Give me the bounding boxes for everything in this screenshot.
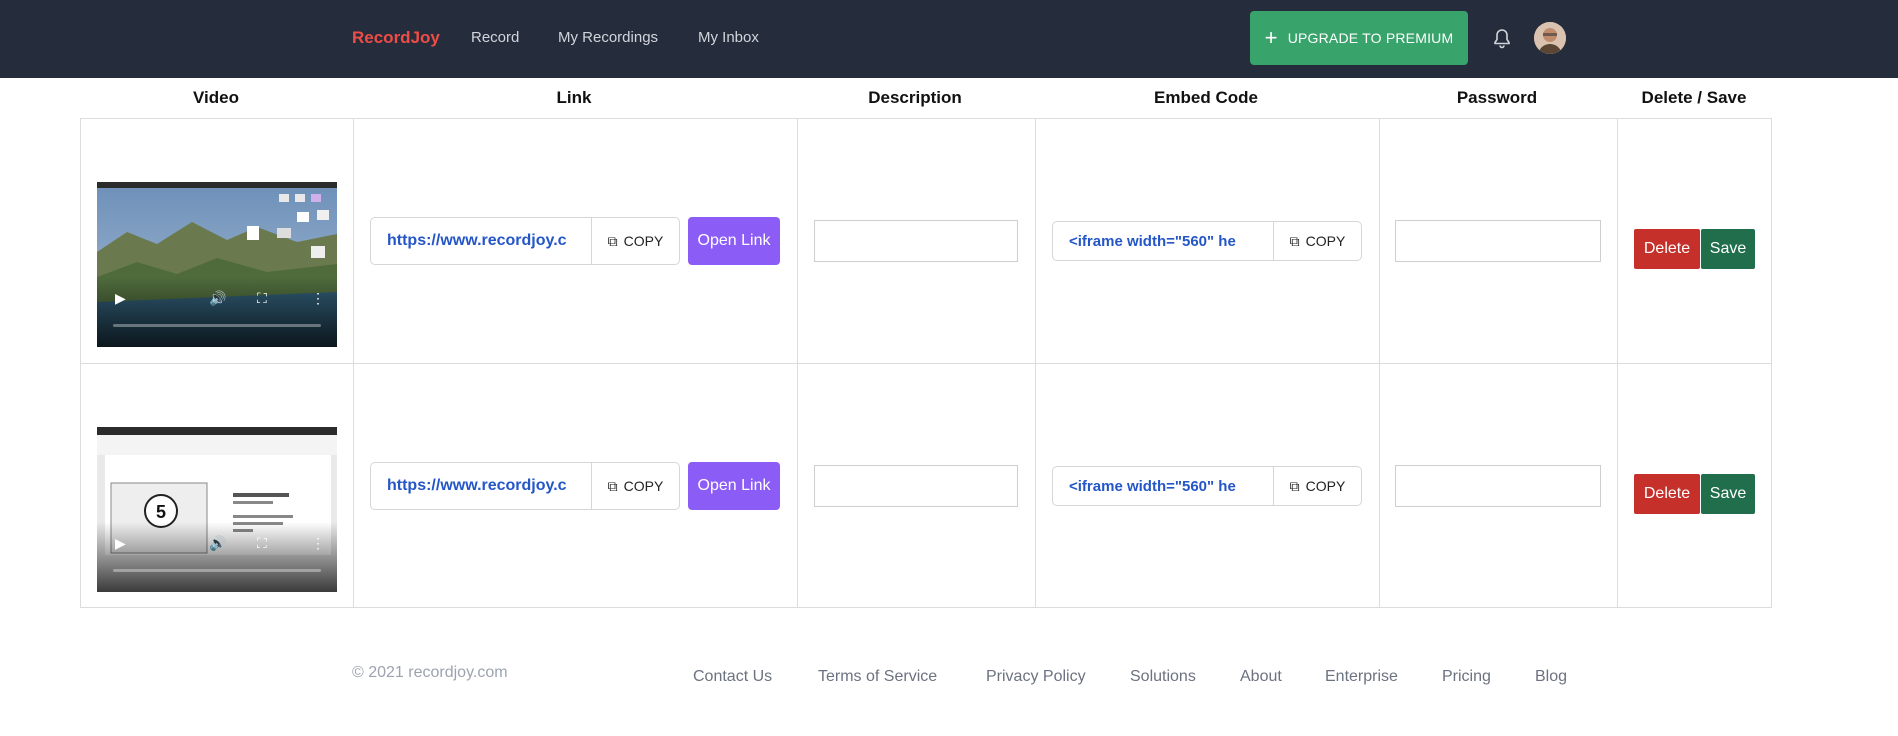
nav-record[interactable]: Record	[471, 29, 519, 46]
user-avatar[interactable]	[1534, 22, 1566, 54]
bell-icon[interactable]	[1490, 27, 1514, 51]
embed-code-text: <iframe width="560" he	[1069, 232, 1236, 250]
volume-icon[interactable]: 🔊	[209, 290, 226, 307]
delete-button[interactable]: Delete	[1634, 229, 1700, 269]
footer-link-blog[interactable]: Blog	[1535, 668, 1567, 686]
header-video: Video	[193, 88, 239, 107]
header-password: Password	[1456, 88, 1538, 107]
share-link-field[interactable]: https://www.recordjoy.c ⧉ COPY	[370, 462, 680, 510]
delete-button[interactable]: Delete	[1634, 474, 1700, 514]
table-header: Video Link Description Embed Code Passwo…	[80, 78, 1772, 118]
copyright-text: © 2021 recordjoy.com	[352, 664, 508, 681]
copy-icon: ⧉	[607, 477, 618, 494]
embed-code-text: <iframe width="560" he	[1069, 477, 1236, 495]
embed-code-field[interactable]: <iframe width="560" he ⧉ COPY	[1052, 221, 1362, 261]
description-input[interactable]	[814, 465, 1018, 507]
password-input[interactable]	[1395, 465, 1601, 507]
nav-my-recordings[interactable]: My Recordings	[558, 29, 658, 46]
copy-icon: ⧉	[1289, 477, 1300, 494]
fullscreen-icon[interactable]: ⛶	[257, 535, 267, 552]
embed-code-field[interactable]: <iframe width="560" he ⧉ COPY	[1052, 466, 1362, 506]
nav-my-inbox[interactable]: My Inbox	[698, 29, 759, 46]
play-icon[interactable]: ▶	[115, 535, 126, 552]
video-player[interactable]: ▶ 🔊 ⛶ ⋮	[97, 182, 337, 347]
save-button[interactable]: Save	[1701, 229, 1755, 269]
header-delete-save: Delete / Save	[1641, 88, 1747, 107]
footer-link-about[interactable]: About	[1240, 668, 1282, 686]
footer-link-terms[interactable]: Terms of Service	[818, 668, 937, 686]
header-description: Description	[868, 88, 962, 107]
share-link-text: https://www.recordjoy.c	[387, 232, 567, 249]
video-progress-bar[interactable]	[113, 569, 321, 572]
play-icon[interactable]: ▶	[115, 290, 126, 307]
plus-icon: +	[1264, 25, 1278, 50]
more-options-icon[interactable]: ⋮	[311, 535, 325, 552]
save-button[interactable]: Save	[1701, 474, 1755, 514]
copy-icon: ⧉	[607, 232, 618, 249]
copy-link-button[interactable]: ⧉ COPY	[591, 463, 679, 509]
fullscreen-icon[interactable]: ⛶	[257, 290, 267, 307]
footer-link-privacy[interactable]: Privacy Policy	[986, 668, 1086, 686]
copy-embed-button[interactable]: ⧉ COPY	[1273, 222, 1361, 260]
footer-link-pricing[interactable]: Pricing	[1442, 668, 1491, 686]
description-input[interactable]	[814, 220, 1018, 262]
countdown-number: 5	[156, 502, 166, 522]
footer-link-enterprise[interactable]: Enterprise	[1325, 668, 1398, 686]
brand-logo[interactable]: RecordJoy	[352, 28, 440, 48]
password-input[interactable]	[1395, 220, 1601, 262]
upgrade-button[interactable]: + UPGRADE TO PREMIUM	[1250, 11, 1468, 65]
open-link-button[interactable]: Open Link	[688, 217, 780, 265]
copy-icon: ⧉	[1289, 232, 1300, 249]
upgrade-label: UPGRADE TO PREMIUM	[1287, 30, 1454, 46]
volume-icon[interactable]: 🔊	[209, 535, 226, 552]
share-link-field[interactable]: https://www.recordjoy.c ⧉ COPY	[370, 217, 680, 265]
more-options-icon[interactable]: ⋮	[311, 290, 325, 307]
footer-link-contact[interactable]: Contact Us	[693, 668, 772, 686]
copy-embed-button[interactable]: ⧉ COPY	[1273, 467, 1361, 505]
footer-link-solutions[interactable]: Solutions	[1130, 668, 1196, 686]
share-link-text: https://www.recordjoy.c	[387, 477, 567, 494]
top-nav-bar: RecordJoy Record My Recordings My Inbox …	[0, 0, 1898, 78]
video-player[interactable]: 5 ▶ 🔊 ⛶ ⋮	[97, 427, 337, 592]
open-link-button[interactable]: Open Link	[688, 462, 780, 510]
video-progress-bar[interactable]	[113, 324, 321, 327]
copy-link-button[interactable]: ⧉ COPY	[591, 218, 679, 264]
header-link: Link	[556, 88, 592, 107]
header-embed-code: Embed Code	[1154, 88, 1258, 107]
